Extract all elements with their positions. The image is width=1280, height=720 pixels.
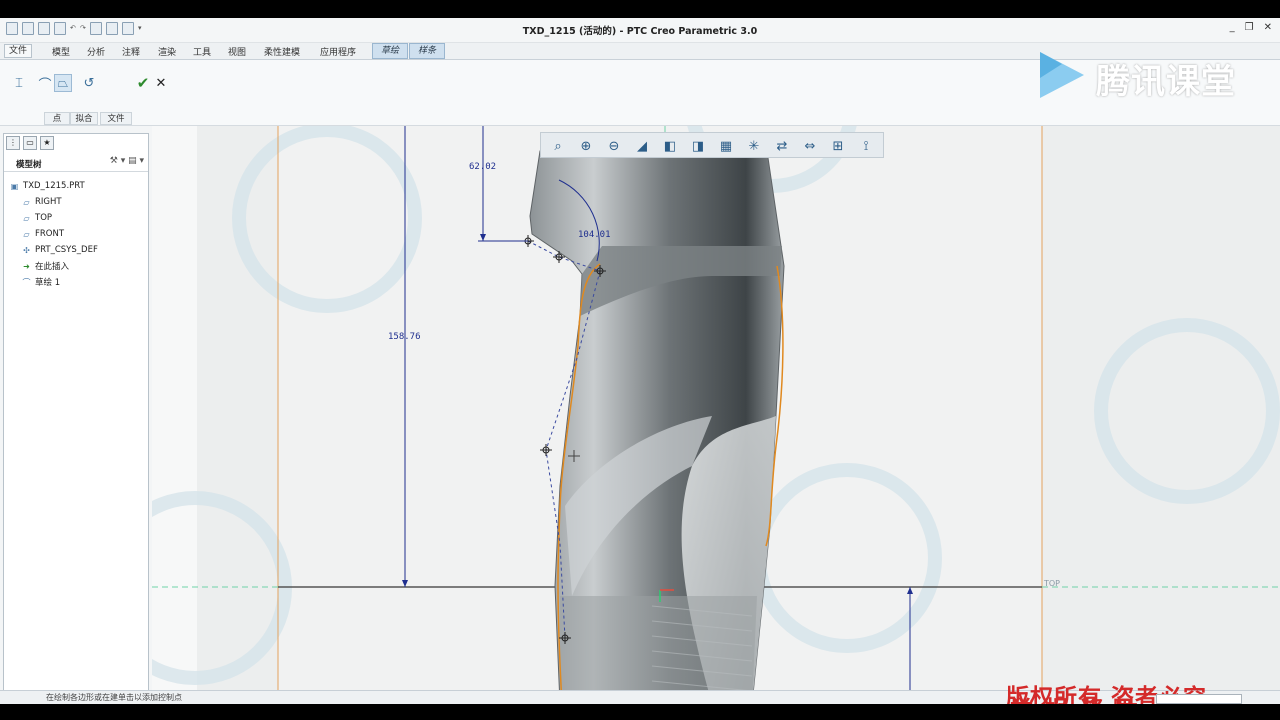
model-tree-tab-icon[interactable]: ⋮ xyxy=(6,136,20,150)
zoom-out-icon[interactable]: ⊖ xyxy=(601,135,627,157)
sketch-canvas[interactable]: 62.02 104.01 158.76 TOP xyxy=(152,126,1280,704)
datum-display-icon[interactable]: ✳ xyxy=(741,135,767,157)
tab-model[interactable]: 模型 xyxy=(52,45,70,58)
tab-analysis[interactable]: 分析 xyxy=(87,45,105,58)
datum-plane-icon: ▱ xyxy=(23,229,30,239)
zoom-in-icon[interactable]: ⊕ xyxy=(573,135,599,157)
tab-file[interactable]: 文件 xyxy=(4,44,33,58)
dimension-158[interactable]: 158.76 xyxy=(388,332,421,342)
control-polygon-icon[interactable]: ⏢ xyxy=(54,74,72,92)
model-tree: ▣ TXD_1215.PRT ▱ RIGHT ▱ TOP ▱ FRONT ✣ P… xyxy=(10,178,98,290)
dimension-62[interactable]: 62.02 xyxy=(469,162,496,172)
group-label-file[interactable]: 文件 xyxy=(100,112,132,125)
csys-icon: ✣ xyxy=(23,245,30,255)
repaint-icon[interactable]: ◢ xyxy=(629,135,655,157)
datum-plane-icon: ▱ xyxy=(23,197,30,207)
model-tree-panel: ⋮ ▭ ★ 模型树 ⚒ ▾ ▤ ▾ ▣ TXD_1215.PRT ▱ RIGHT… xyxy=(3,133,149,697)
tree-item-label: 草绘 1 xyxy=(35,278,61,288)
sketch-view-icon[interactable]: ⇔ xyxy=(797,135,823,157)
brand-text: 腾讯课堂 xyxy=(1096,62,1236,102)
report-notice: 举报奖励 xyxy=(1010,690,1150,704)
sketcher-display-icon[interactable]: ⊞ xyxy=(825,135,851,157)
tab-annotate[interactable]: 注释 xyxy=(122,45,140,58)
tree-item-label: TOP xyxy=(35,213,53,223)
video-top-bar xyxy=(0,0,1280,18)
model-tree-header: 模型树 ⚒ ▾ ▤ ▾ xyxy=(4,154,148,172)
sketch-icon: ⌒ xyxy=(22,277,31,287)
selection-filter[interactable] xyxy=(1156,694,1242,704)
display-style-icon[interactable]: ◧ xyxy=(657,135,683,157)
minimize-icon[interactable]: _ xyxy=(1230,22,1235,33)
window-title: TXD_1215 (活动的) - PTC Creo Parametric 3.0 xyxy=(522,26,758,37)
restore-icon[interactable]: ❐ xyxy=(1245,22,1254,33)
tree-item-part[interactable]: ▣ TXD_1215.PRT xyxy=(10,178,98,194)
close-icon[interactable]: ✕ xyxy=(1264,22,1272,33)
cancel-icon[interactable]: ✕ xyxy=(152,74,170,92)
favorites-tab-icon[interactable]: ★ xyxy=(40,136,54,150)
window-controls: _ ❐ ✕ xyxy=(1230,22,1272,33)
group-label-fit[interactable]: 拟合 xyxy=(70,112,98,125)
tree-item-label: PRT_CSYS_DEF xyxy=(35,245,98,255)
insert-here-icon: ➜ xyxy=(23,261,30,271)
tree-item-front[interactable]: ▱ FRONT xyxy=(10,226,98,242)
annotation-display-icon[interactable]: ⇄ xyxy=(769,135,795,157)
tree-item-right[interactable]: ▱ RIGHT xyxy=(10,194,98,210)
curvature-icon[interactable]: ↺ xyxy=(80,74,98,92)
navigator-tabs: ⋮ ▭ ★ xyxy=(6,136,54,150)
video-bottom-bar xyxy=(0,704,1280,720)
graphics-viewport[interactable]: 62.02 104.01 158.76 TOP ⌕ ⊕ ⊖ ◢ ◧ ◨ ▦ ✳ … xyxy=(152,126,1280,704)
datum-plane-icon: ▱ xyxy=(23,213,30,223)
saved-orientations-icon[interactable]: ◨ xyxy=(685,135,711,157)
tab-render[interactable]: 渲染 xyxy=(158,45,176,58)
tree-item-top[interactable]: ▱ TOP xyxy=(10,210,98,226)
tree-item-label: TXD_1215.PRT xyxy=(23,181,85,191)
tree-settings-icon[interactable]: ⚒ ▾ ▤ ▾ xyxy=(110,156,144,166)
title-bar: ↶ ↷ ▾ TXD_1215 (活动的) - PTC Creo Parametr… xyxy=(0,18,1280,43)
view-manager-icon[interactable]: ▦ xyxy=(713,135,739,157)
tree-item-label: RIGHT xyxy=(35,197,62,207)
creo-window: ↶ ↷ ▾ TXD_1215 (活动的) - PTC Creo Parametr… xyxy=(0,18,1280,704)
spline-curve-icon[interactable]: ⌒ xyxy=(36,74,54,93)
tree-item-sketch[interactable]: ⌒ 草绘 1 xyxy=(10,274,98,290)
folder-browser-tab-icon[interactable]: ▭ xyxy=(23,136,37,150)
tab-view[interactable]: 视图 xyxy=(228,45,246,58)
point-tool-icon[interactable]: ⌶ xyxy=(10,74,28,92)
tab-tools[interactable]: 工具 xyxy=(193,45,211,58)
tab-sketch[interactable]: 草绘 xyxy=(372,43,409,59)
tab-applications[interactable]: 应用程序 xyxy=(320,45,356,58)
tree-item-csys[interactable]: ✣ PRT_CSYS_DEF xyxy=(10,242,98,258)
tree-item-label: 在此插入 xyxy=(35,262,70,272)
refit-icon[interactable]: ⌕ xyxy=(545,135,571,157)
brand-watermark: 腾讯课堂 xyxy=(1032,48,1242,102)
part-icon: ▣ xyxy=(10,181,19,191)
tree-item-insert-here[interactable]: ➜ 在此插入 xyxy=(10,258,98,274)
datum-label-top: TOP xyxy=(1043,579,1060,588)
tab-spline[interactable]: 样条 xyxy=(409,43,446,59)
dimension-104[interactable]: 104.01 xyxy=(578,230,611,240)
group-label-point[interactable]: 点 xyxy=(44,112,70,125)
model-tree-title: 模型树 xyxy=(16,160,42,170)
confirm-icon[interactable]: ✔ xyxy=(134,74,152,92)
tree-item-label: FRONT xyxy=(35,229,65,239)
graphics-toolbar: ⌕ ⊕ ⊖ ◢ ◧ ◨ ▦ ✳ ⇄ ⇔ ⊞ ⟟ xyxy=(540,132,884,158)
tab-flexible-modeling[interactable]: 柔性建模 xyxy=(264,45,300,58)
play-logo-icon xyxy=(1040,52,1084,98)
sketch-constraints-icon[interactable]: ⟟ xyxy=(853,135,879,157)
